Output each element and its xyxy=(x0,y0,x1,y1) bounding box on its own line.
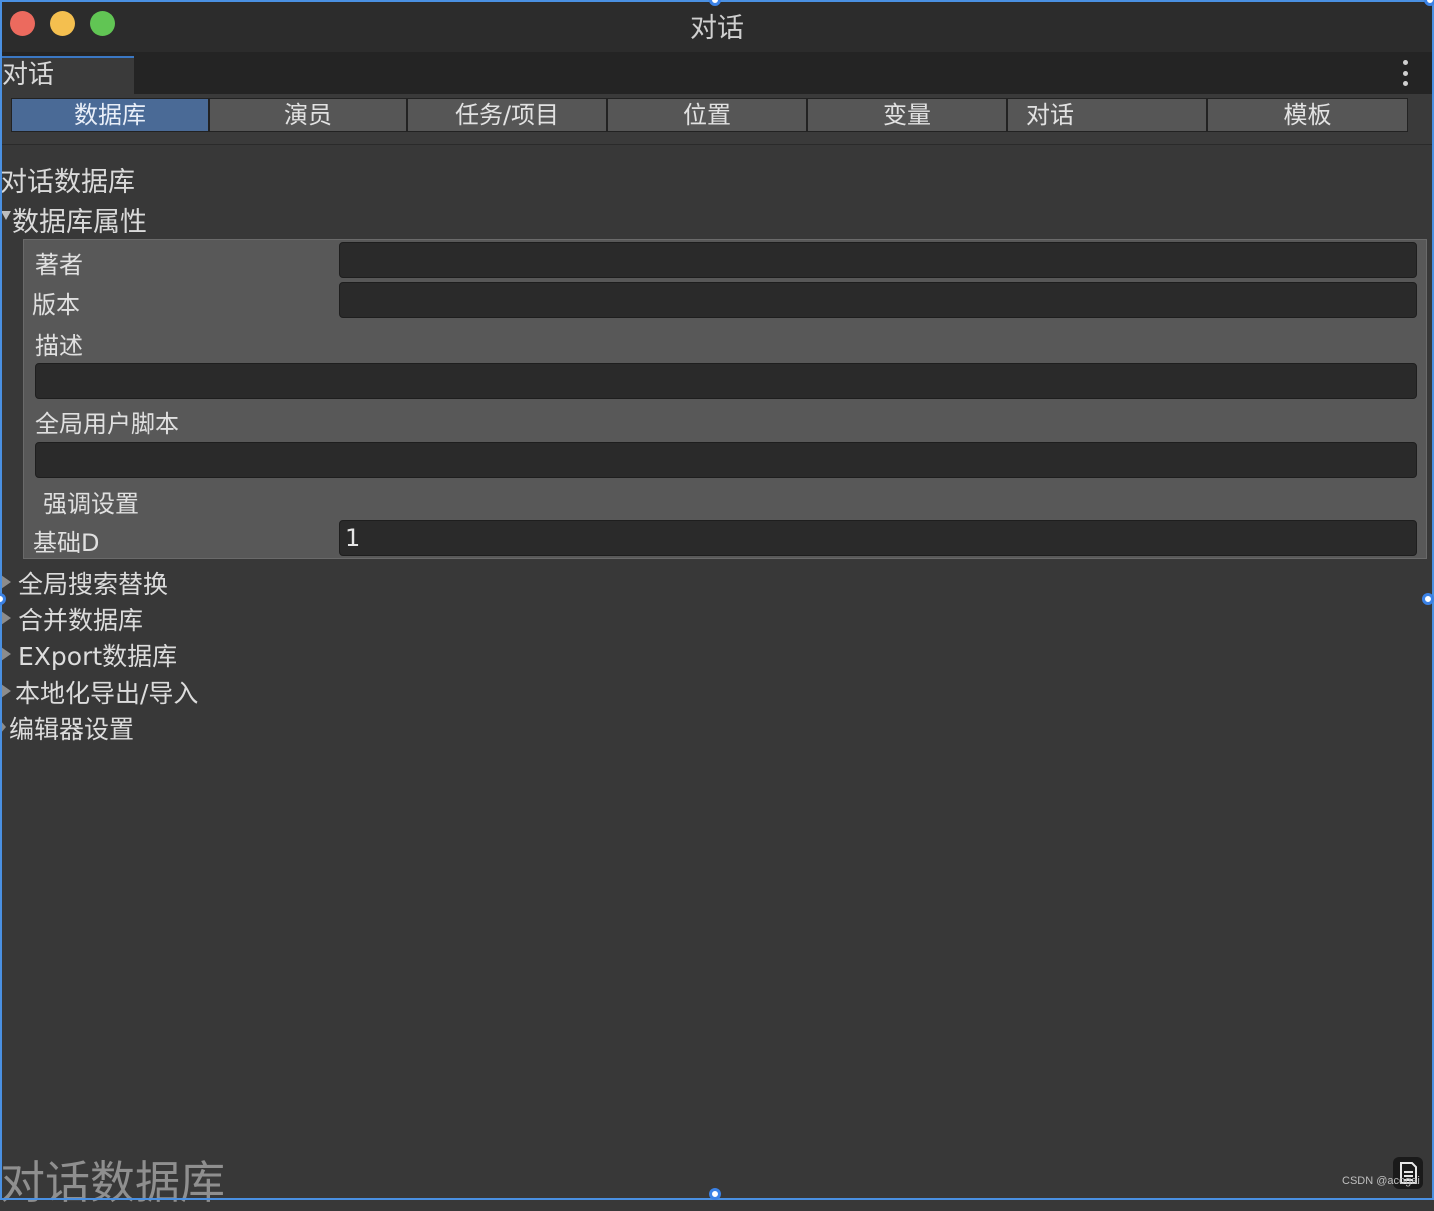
editor-settings-foldout[interactable]: 编辑器设置 xyxy=(9,710,134,746)
foldout-arrow-right-icon[interactable] xyxy=(1,647,11,661)
global-search-replace-foldout[interactable]: 全局搜索替换 xyxy=(18,565,168,601)
foldout-arrow-right-icon[interactable] xyxy=(1,575,11,589)
more-options-icon[interactable] xyxy=(1402,60,1408,86)
database-properties-foldout[interactable]: 数据库属性 xyxy=(12,200,147,239)
resize-handle-left[interactable] xyxy=(0,593,6,605)
version-label: 版本 xyxy=(32,291,80,319)
resize-handle-bottom[interactable] xyxy=(709,1188,721,1200)
resize-handle-right[interactable] xyxy=(1422,593,1434,605)
footer-title: 对话数据库 xyxy=(0,1156,226,1209)
database-toolbar: 数据库 演员 任务/项目 位置 变量 对话 模板 xyxy=(0,94,1434,145)
merge-database-foldout[interactable]: 合并数据库 xyxy=(18,601,143,637)
editor-tab-bar: 对话 xyxy=(0,52,1434,94)
export-database-foldout[interactable]: EXport数据库 xyxy=(18,637,177,673)
watermark-text: CSDN @acogai xyxy=(1342,1175,1420,1187)
base-id-field[interactable]: 1 xyxy=(339,520,1417,556)
foldout-arrow-right-icon[interactable] xyxy=(1,611,11,625)
localization-export-import-foldout[interactable]: 本地化导出/导入 xyxy=(15,674,198,710)
author-label: 著者 xyxy=(35,251,83,279)
page-title: 对话数据库 xyxy=(0,167,135,198)
author-field[interactable] xyxy=(339,242,1417,278)
tab-conversations[interactable]: 对话 xyxy=(1007,98,1207,132)
version-field[interactable] xyxy=(339,282,1417,318)
global-user-script-field[interactable] xyxy=(35,442,1417,478)
tab-templates[interactable]: 模板 xyxy=(1207,98,1408,132)
foldout-arrow-right-icon[interactable] xyxy=(1,684,11,698)
base-id-label: 基础D xyxy=(33,529,100,557)
global-user-script-label: 全局用户脚本 xyxy=(35,410,179,438)
tab-actors[interactable]: 演员 xyxy=(209,98,407,132)
database-properties-panel: 著者 版本 描述 全局用户脚本 强调设置 基础D 1 xyxy=(23,239,1427,559)
tab-quests-items[interactable]: 任务/项目 xyxy=(407,98,607,132)
tab-variables[interactable]: 变量 xyxy=(807,98,1007,132)
emphasis-settings-foldout[interactable]: 强调设置 xyxy=(43,484,139,519)
foldout-arrow-right-icon[interactable] xyxy=(0,720,6,734)
editor-tab-dialogue[interactable]: 对话 xyxy=(0,56,134,94)
foldout-arrow-down-icon[interactable] xyxy=(1,211,11,220)
window-title: 对话 xyxy=(690,13,744,44)
window-titlebar: 对话 xyxy=(0,0,1434,52)
description-label: 描述 xyxy=(35,332,83,360)
selection-frame xyxy=(0,0,1434,1200)
description-field[interactable] xyxy=(35,363,1417,399)
tab-locations[interactable]: 位置 xyxy=(607,98,807,132)
tab-database[interactable]: 数据库 xyxy=(11,98,209,132)
